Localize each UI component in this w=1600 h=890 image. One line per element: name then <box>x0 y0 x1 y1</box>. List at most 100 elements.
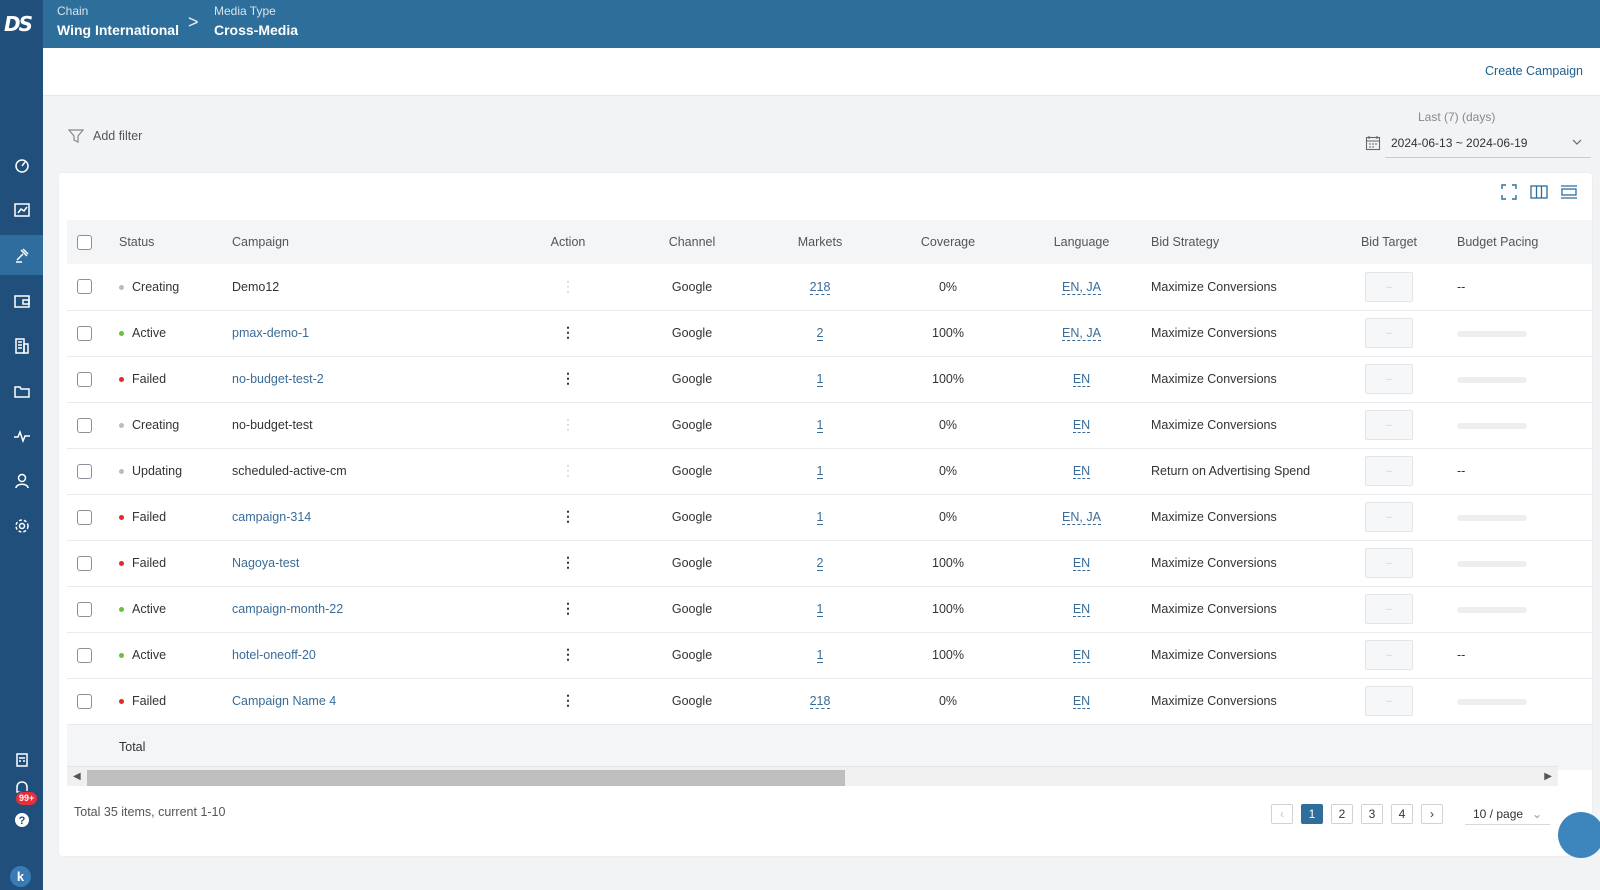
table-row[interactable]: Failed Nagoya-test ⋮ Google 2 100% EN Ma… <box>67 540 1592 587</box>
campaign-name[interactable]: hotel-oneoff-20 <box>232 648 316 662</box>
campaign-name[interactable]: no-budget-test-2 <box>232 372 324 386</box>
row-checkbox[interactable] <box>77 693 92 709</box>
page-1[interactable]: 1 <box>1301 804 1323 824</box>
language-link[interactable]: EN, JA <box>1062 510 1101 525</box>
campaign-name[interactable]: campaign-314 <box>232 510 311 524</box>
nav-user-icon[interactable] <box>0 461 43 501</box>
scroll-right-icon[interactable]: ▶ <box>1544 771 1552 782</box>
nav-dashboard-icon[interactable] <box>0 145 43 185</box>
language-link[interactable]: EN <box>1072 372 1091 387</box>
row-checkbox[interactable] <box>77 463 92 479</box>
prev-page-icon[interactable]: ‹ <box>1271 804 1293 824</box>
user-avatar[interactable]: k <box>10 866 31 887</box>
table-row[interactable]: Active hotel-oneoff-20 ⋮ Google 1 100% E… <box>67 632 1592 679</box>
nav-activity-icon[interactable] <box>0 416 43 456</box>
language-link[interactable]: EN <box>1072 464 1091 479</box>
density-icon[interactable] <box>1560 183 1578 201</box>
markets-link[interactable]: 1 <box>816 372 824 387</box>
markets-link[interactable]: 1 <box>816 464 824 479</box>
campaign-cell[interactable]: Campaign Name 4 <box>222 678 518 725</box>
more-actions-icon[interactable]: ⋮ <box>561 508 575 524</box>
nav-folder-icon[interactable] <box>0 371 43 411</box>
language-link[interactable]: EN, JA <box>1062 279 1101 295</box>
row-checkbox[interactable] <box>77 417 92 433</box>
campaign-cell[interactable]: campaign-314 <box>222 494 518 541</box>
markets-link[interactable]: 1 <box>816 510 824 525</box>
table-row[interactable]: Failed Campaign Name 4 ⋮ Google 218 0% E… <box>67 678 1592 725</box>
row-checkbox[interactable] <box>77 509 92 525</box>
language-link[interactable]: EN, JA <box>1062 326 1101 341</box>
page-3[interactable]: 3 <box>1361 804 1383 824</box>
language-link[interactable]: EN <box>1072 694 1091 709</box>
col-status[interactable]: Status <box>109 220 222 264</box>
campaign-name[interactable]: campaign-month-22 <box>232 602 343 616</box>
campaign-cell[interactable]: pmax-demo-1 <box>222 310 518 357</box>
campaign-cell[interactable]: no-budget-test-2 <box>222 356 518 403</box>
more-actions-icon[interactable]: ⋮ <box>561 554 575 570</box>
next-page-icon[interactable]: › <box>1421 804 1443 824</box>
row-checkbox[interactable] <box>77 325 92 341</box>
table-row[interactable]: Failed campaign-314 ⋮ Google 1 0% EN, JA… <box>67 494 1592 541</box>
table-row[interactable]: Active campaign-month-22 ⋮ Google 1 100%… <box>67 586 1592 633</box>
more-actions-icon[interactable]: ⋮ <box>561 324 575 340</box>
col-markets[interactable]: Markets <box>766 220 874 264</box>
campaign-name[interactable]: Campaign Name 4 <box>232 694 336 708</box>
col-language[interactable]: Language <box>1022 220 1141 264</box>
language-link[interactable]: EN <box>1072 418 1091 433</box>
app-logo[interactable]: DS <box>4 12 38 40</box>
campaign-cell[interactable]: Nagoya-test <box>222 540 518 587</box>
campaign-name[interactable]: pmax-demo-1 <box>232 326 309 340</box>
more-actions-icon[interactable]: ⋮ <box>561 646 575 662</box>
select-all-checkbox[interactable] <box>77 234 92 250</box>
campaign-cell[interactable]: hotel-oneoff-20 <box>222 632 518 679</box>
floating-chat-button[interactable] <box>1558 812 1600 858</box>
more-actions-icon[interactable]: ⋮ <box>561 370 575 386</box>
col-coverage[interactable]: Coverage <box>874 220 1022 264</box>
nav-building-icon[interactable] <box>0 326 43 366</box>
language-link[interactable]: EN <box>1072 648 1091 663</box>
campaign-cell[interactable]: campaign-month-22 <box>222 586 518 633</box>
markets-link[interactable]: 2 <box>816 326 824 341</box>
horizontal-scrollbar[interactable]: ◀ ▶ <box>67 766 1558 786</box>
more-actions-icon[interactable]: ⋮ <box>561 692 575 708</box>
fullscreen-icon[interactable] <box>1500 183 1518 201</box>
col-bid-strategy[interactable]: Bid Strategy <box>1141 220 1331 264</box>
nav-settings-icon[interactable] <box>0 506 43 546</box>
page-size-select[interactable]: 10 / page ⌄ <box>1465 803 1550 825</box>
row-checkbox[interactable] <box>77 279 92 295</box>
table-row[interactable]: Creating no-budget-test ⋮ Google 1 0% EN… <box>67 402 1592 449</box>
table-row[interactable]: Updating scheduled-active-cm ⋮ Google 1 … <box>67 448 1592 495</box>
more-actions-icon[interactable]: ⋮ <box>561 600 575 616</box>
campaign-name[interactable]: Nagoya-test <box>232 556 299 570</box>
col-campaign[interactable]: Campaign <box>222 220 518 264</box>
table-row[interactable]: Active pmax-demo-1 ⋮ Google 2 100% EN, J… <box>67 310 1592 357</box>
row-checkbox[interactable] <box>77 371 92 387</box>
col-channel[interactable]: Channel <box>618 220 766 264</box>
col-budget-pacing[interactable]: Budget Pacing <box>1447 220 1592 264</box>
date-range-field[interactable]: 2024-06-13 ~ 2024-06-19 <box>1365 128 1591 158</box>
row-checkbox[interactable] <box>77 555 92 571</box>
language-link[interactable]: EN <box>1072 602 1091 617</box>
markets-link[interactable]: 2 <box>816 556 824 571</box>
scroll-left-icon[interactable]: ◀ <box>73 771 81 782</box>
add-filter-button[interactable]: Add filter <box>68 128 142 144</box>
page-4[interactable]: 4 <box>1391 804 1413 824</box>
table-row[interactable]: Creating Demo12 ⋮ Google 218 0% EN, JA M… <box>67 264 1592 311</box>
row-checkbox[interactable] <box>77 601 92 617</box>
nav-reports-icon[interactable] <box>0 190 43 230</box>
markets-link[interactable]: 218 <box>809 694 831 709</box>
nav-help-icon[interactable]: ? <box>0 800 43 840</box>
col-bid-target[interactable]: Bid Target <box>1331 220 1447 264</box>
page-2[interactable]: 2 <box>1331 804 1353 824</box>
language-link[interactable]: EN <box>1072 556 1091 571</box>
table-row[interactable]: Failed no-budget-test-2 ⋮ Google 1 100% … <box>67 356 1592 403</box>
nav-wallet-icon[interactable] <box>0 281 43 321</box>
breadcrumb-media-type[interactable]: Media Type Cross-Media <box>214 3 298 41</box>
breadcrumb-chain[interactable]: Chain Wing International <box>57 3 179 41</box>
markets-link[interactable]: 1 <box>816 602 824 617</box>
nav-campaigns-icon[interactable] <box>0 235 43 275</box>
markets-link[interactable]: 1 <box>816 418 824 433</box>
create-campaign-button[interactable]: Create Campaign <box>1485 64 1583 78</box>
markets-link[interactable]: 218 <box>809 279 831 295</box>
scrollbar-thumb[interactable] <box>87 770 845 786</box>
